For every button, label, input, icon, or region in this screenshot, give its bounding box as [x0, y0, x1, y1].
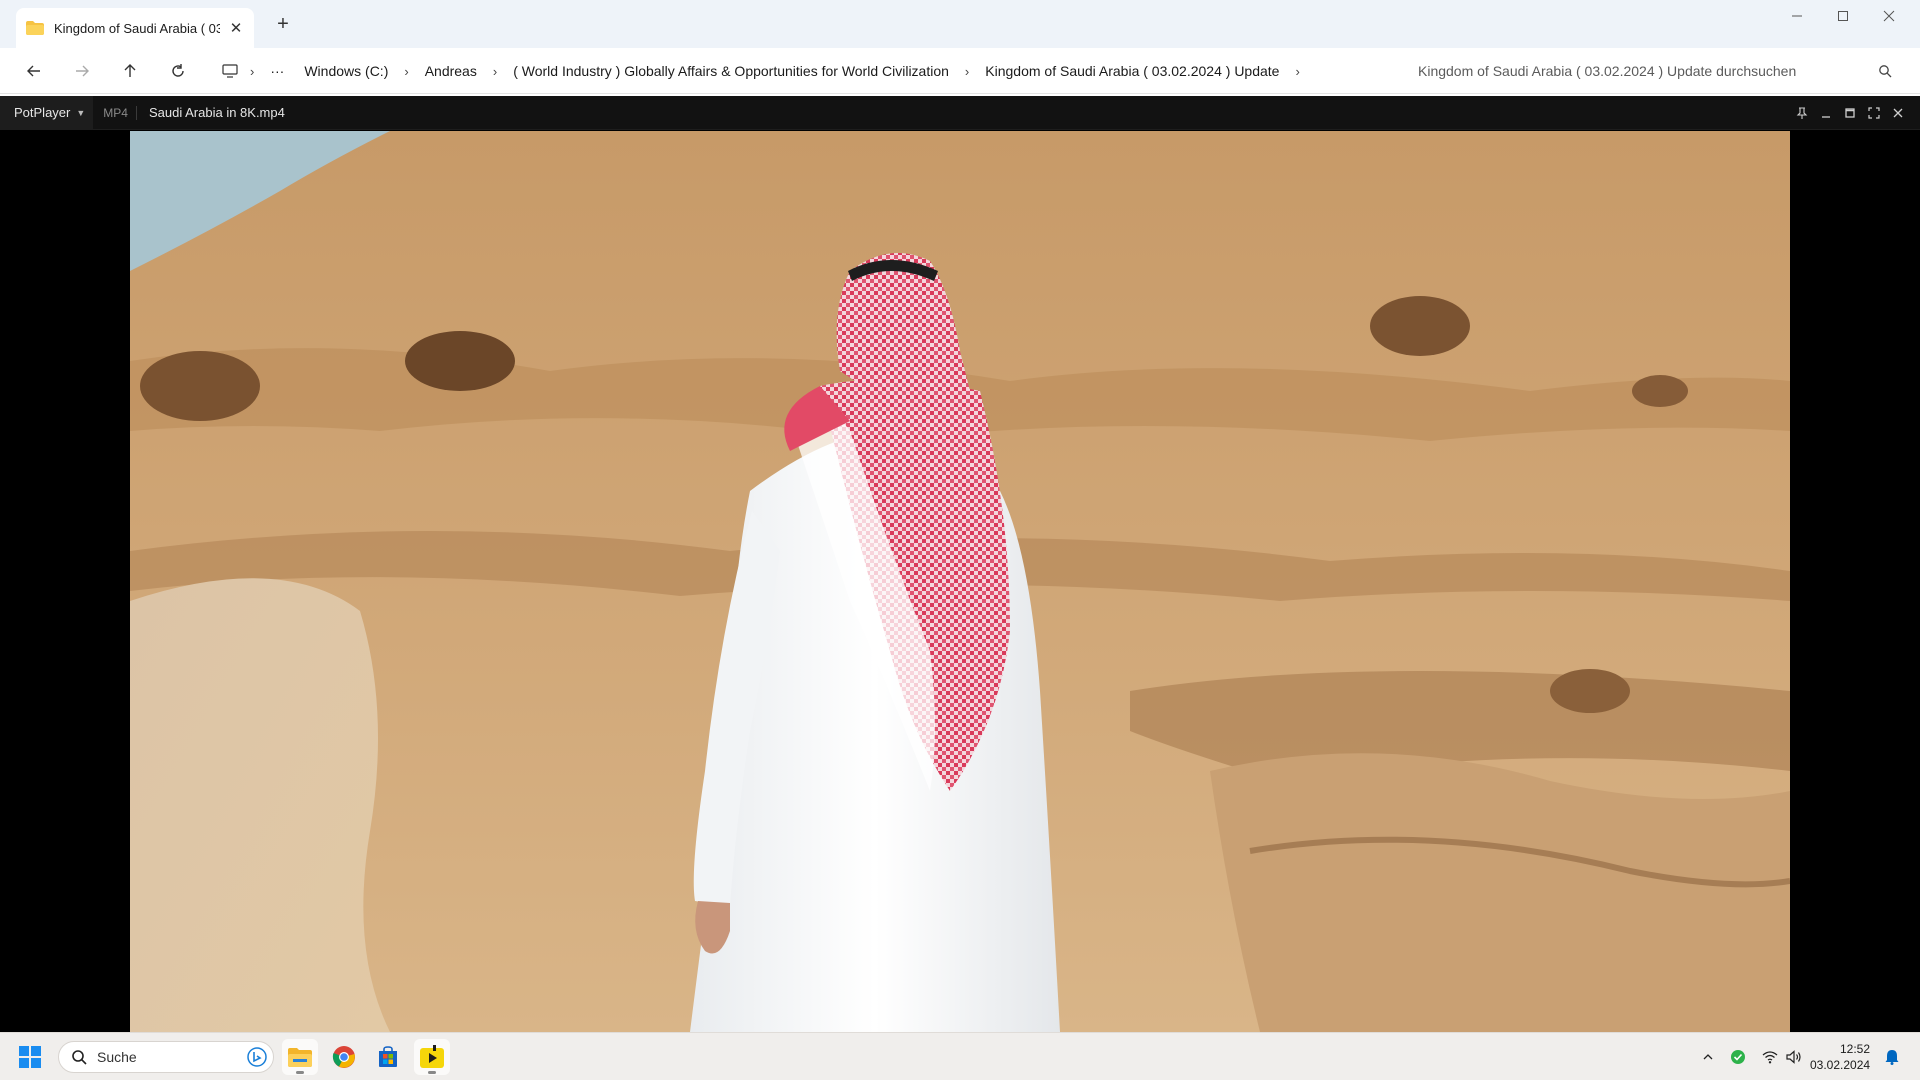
close-window-icon[interactable] [1866, 0, 1912, 32]
notification-bell-icon[interactable] [1882, 1047, 1902, 1067]
fullscreen-icon[interactable] [1866, 105, 1882, 121]
pin-icon[interactable] [1794, 105, 1810, 121]
format-badge: MP4 [93, 105, 137, 120]
chevron-right-icon[interactable]: › [244, 64, 260, 79]
video-scene [130, 131, 1790, 1032]
explorer-navbar: › ··· Windows (C:) › Andreas › ( World I… [0, 48, 1920, 94]
breadcrumb: › ··· Windows (C:) › Andreas › ( World I… [212, 54, 1398, 88]
close-tab-icon[interactable]: ✕ [228, 19, 244, 37]
potplayer-titlebar: PotPlayer ▼ MP4 Saudi Arabia in 8K.mp4 [0, 95, 1920, 130]
volume-icon[interactable] [1784, 1047, 1804, 1067]
taskbar: Suche 12:52 03.02.2024 [0, 1032, 1920, 1080]
chevron-right-icon[interactable]: › [1289, 64, 1305, 79]
potplayer-app-icon[interactable] [414, 1039, 450, 1075]
search-placeholder: Kingdom of Saudi Arabia ( 03.02.2024 ) U… [1418, 63, 1797, 79]
breadcrumb-user[interactable]: Andreas [415, 63, 487, 79]
potplayer-window: PotPlayer ▼ MP4 Saudi Arabia in 8K.mp4 [0, 95, 1920, 1032]
chevron-right-icon[interactable]: › [487, 64, 503, 79]
chrome-app-icon[interactable] [326, 1039, 362, 1075]
chevron-right-icon[interactable]: › [959, 64, 975, 79]
clock-time: 12:52 [1839, 1042, 1870, 1056]
bing-icon[interactable] [247, 1047, 267, 1067]
security-check-icon[interactable] [1728, 1047, 1748, 1067]
system-clock[interactable]: 12:52 03.02.2024 [1810, 1041, 1870, 1073]
minimize-icon[interactable] [1774, 0, 1820, 32]
up-arrow-icon[interactable] [116, 58, 144, 84]
potplayer-menu-label: PotPlayer [14, 105, 71, 120]
breadcrumb-drive[interactable]: Windows (C:) [294, 63, 398, 79]
chevron-up-icon[interactable] [1698, 1047, 1718, 1067]
video-file-name: Saudi Arabia in 8K.mp4 [148, 105, 285, 120]
new-tab-button[interactable]: + [270, 12, 296, 38]
player-minimize-icon[interactable] [1818, 105, 1834, 121]
player-close-icon[interactable] [1890, 105, 1906, 121]
taskbar-search-placeholder: Suche [97, 1049, 137, 1065]
tab-title: Kingdom of Saudi Arabia ( 03.02.2024 ) U… [54, 20, 221, 36]
back-arrow-icon[interactable] [20, 58, 48, 84]
running-indicator [296, 1071, 304, 1074]
potplayer-menu-button[interactable]: PotPlayer ▼ [0, 95, 94, 130]
maximize-icon[interactable] [1820, 0, 1866, 32]
running-indicator [428, 1071, 436, 1074]
breadcrumb-overflow[interactable]: ··· [260, 63, 294, 79]
breadcrumb-folder[interactable]: ( World Industry ) Globally Affairs & Op… [503, 63, 959, 79]
search-icon[interactable] [1878, 64, 1892, 78]
chevron-right-icon[interactable]: › [398, 64, 414, 79]
clock-date: 03.02.2024 [1810, 1058, 1871, 1072]
breadcrumb-current[interactable]: Kingdom of Saudi Arabia ( 03.02.2024 ) U… [975, 63, 1289, 79]
taskbar-search-input[interactable]: Suche [58, 1041, 274, 1073]
file-explorer-app-icon[interactable] [282, 1039, 318, 1075]
explorer-tab[interactable]: Kingdom of Saudi Arabia ( 03.02.2024 ) U… [16, 8, 254, 48]
wifi-icon[interactable] [1760, 1047, 1780, 1067]
computer-icon[interactable] [212, 64, 244, 78]
chevron-down-icon: ▼ [76, 107, 86, 118]
microsoft-store-app-icon[interactable] [370, 1039, 406, 1075]
refresh-icon[interactable] [164, 58, 192, 84]
forward-arrow-icon[interactable] [68, 58, 96, 84]
windows-start-icon[interactable] [18, 1045, 42, 1069]
video-frame[interactable] [130, 131, 1790, 1032]
explorer-titlebar: Kingdom of Saudi Arabia ( 03.02.2024 ) U… [0, 0, 1920, 48]
explorer-search-input[interactable]: Kingdom of Saudi Arabia ( 03.02.2024 ) U… [1404, 54, 1906, 88]
folder-icon [26, 21, 44, 35]
player-maximize-icon[interactable] [1842, 105, 1858, 121]
search-icon [71, 1049, 87, 1065]
